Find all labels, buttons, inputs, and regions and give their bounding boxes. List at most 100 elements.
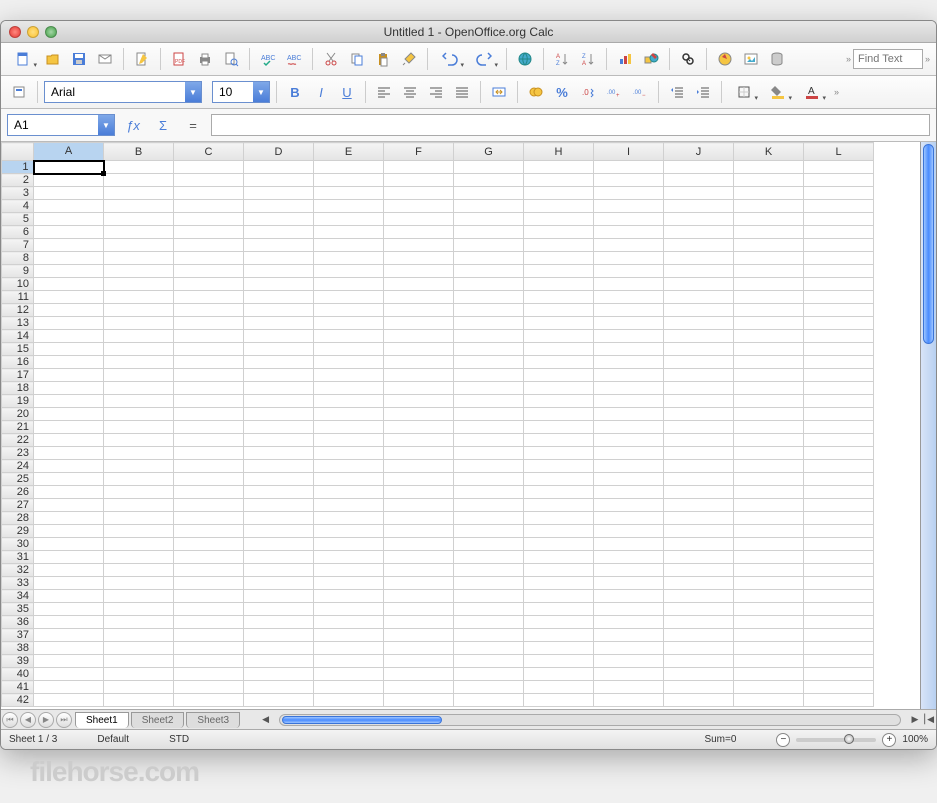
cell[interactable] [174, 395, 244, 408]
cell[interactable] [104, 655, 174, 668]
cell[interactable] [104, 668, 174, 681]
delete-decimal-button[interactable]: .00− [628, 80, 652, 104]
cell[interactable] [594, 304, 664, 317]
cell[interactable] [454, 616, 524, 629]
cell[interactable] [454, 642, 524, 655]
cell[interactable] [804, 317, 874, 330]
close-icon[interactable] [9, 26, 21, 38]
new-doc-button[interactable] [7, 47, 39, 71]
cell[interactable] [804, 603, 874, 616]
cell[interactable] [664, 447, 734, 460]
cell[interactable] [734, 343, 804, 356]
cell[interactable] [664, 421, 734, 434]
cell[interactable] [524, 447, 594, 460]
cell[interactable] [454, 369, 524, 382]
tab-nav-button[interactable]: ⏭ [56, 712, 72, 728]
cell[interactable] [174, 239, 244, 252]
cell[interactable] [804, 512, 874, 525]
cell[interactable] [384, 642, 454, 655]
cell[interactable] [314, 408, 384, 421]
cell[interactable] [804, 447, 874, 460]
cell[interactable] [664, 161, 734, 174]
cell[interactable] [804, 564, 874, 577]
cell[interactable] [34, 694, 104, 707]
cell[interactable] [734, 616, 804, 629]
column-header[interactable]: I [594, 143, 664, 161]
cell[interactable] [34, 603, 104, 616]
scrollbar-thumb[interactable] [282, 716, 442, 724]
dropdown-arrow-icon[interactable]: ▼ [98, 115, 114, 135]
cell[interactable] [244, 356, 314, 369]
cell[interactable] [454, 161, 524, 174]
cell[interactable] [314, 512, 384, 525]
cell[interactable] [384, 356, 454, 369]
cell[interactable] [454, 499, 524, 512]
cell[interactable] [244, 213, 314, 226]
cell[interactable] [594, 265, 664, 278]
cell[interactable] [594, 330, 664, 343]
cell[interactable] [244, 317, 314, 330]
cell[interactable] [524, 590, 594, 603]
cell[interactable] [244, 265, 314, 278]
row-header[interactable]: 29 [2, 525, 34, 538]
align-right-button[interactable] [424, 80, 448, 104]
cell[interactable] [244, 551, 314, 564]
cell[interactable] [34, 291, 104, 304]
cell[interactable] [314, 564, 384, 577]
cell[interactable] [804, 473, 874, 486]
cell[interactable] [104, 395, 174, 408]
row-header[interactable]: 26 [2, 486, 34, 499]
cell[interactable] [734, 551, 804, 564]
cell[interactable] [524, 499, 594, 512]
cell[interactable] [594, 213, 664, 226]
cell[interactable] [174, 616, 244, 629]
cell[interactable] [34, 382, 104, 395]
cell[interactable] [664, 629, 734, 642]
align-left-button[interactable] [372, 80, 396, 104]
cell[interactable] [384, 486, 454, 499]
cell[interactable] [34, 421, 104, 434]
cell[interactable] [104, 434, 174, 447]
currency-button[interactable] [524, 80, 548, 104]
cell[interactable] [384, 473, 454, 486]
cell[interactable] [454, 213, 524, 226]
cell[interactable] [384, 512, 454, 525]
cell[interactable] [804, 174, 874, 187]
font-name-combo[interactable]: ▼ [44, 81, 202, 103]
font-size-input[interactable] [213, 82, 253, 102]
cell[interactable] [384, 395, 454, 408]
cell[interactable] [384, 382, 454, 395]
cell[interactable] [34, 460, 104, 473]
row-header[interactable]: 37 [2, 629, 34, 642]
cell[interactable] [594, 525, 664, 538]
cell[interactable] [34, 629, 104, 642]
cell[interactable] [524, 603, 594, 616]
cell[interactable] [524, 187, 594, 200]
cell[interactable] [384, 668, 454, 681]
cell[interactable] [804, 590, 874, 603]
cell[interactable] [34, 213, 104, 226]
column-header[interactable]: F [384, 143, 454, 161]
cell[interactable] [594, 681, 664, 694]
row-header[interactable]: 24 [2, 460, 34, 473]
italic-button[interactable]: I [309, 80, 333, 104]
cell[interactable] [244, 616, 314, 629]
cell[interactable] [664, 265, 734, 278]
cell[interactable] [314, 213, 384, 226]
cell[interactable] [244, 239, 314, 252]
cell[interactable] [804, 252, 874, 265]
cell[interactable] [734, 187, 804, 200]
cell[interactable] [104, 538, 174, 551]
cell[interactable] [314, 629, 384, 642]
row-header[interactable]: 18 [2, 382, 34, 395]
cell[interactable] [314, 291, 384, 304]
percent-button[interactable]: % [550, 80, 574, 104]
cell[interactable] [314, 174, 384, 187]
cell[interactable] [384, 538, 454, 551]
cell[interactable] [664, 382, 734, 395]
cell[interactable] [34, 642, 104, 655]
cell[interactable] [524, 330, 594, 343]
row-header[interactable]: 23 [2, 447, 34, 460]
cell[interactable] [524, 369, 594, 382]
cell[interactable] [454, 200, 524, 213]
